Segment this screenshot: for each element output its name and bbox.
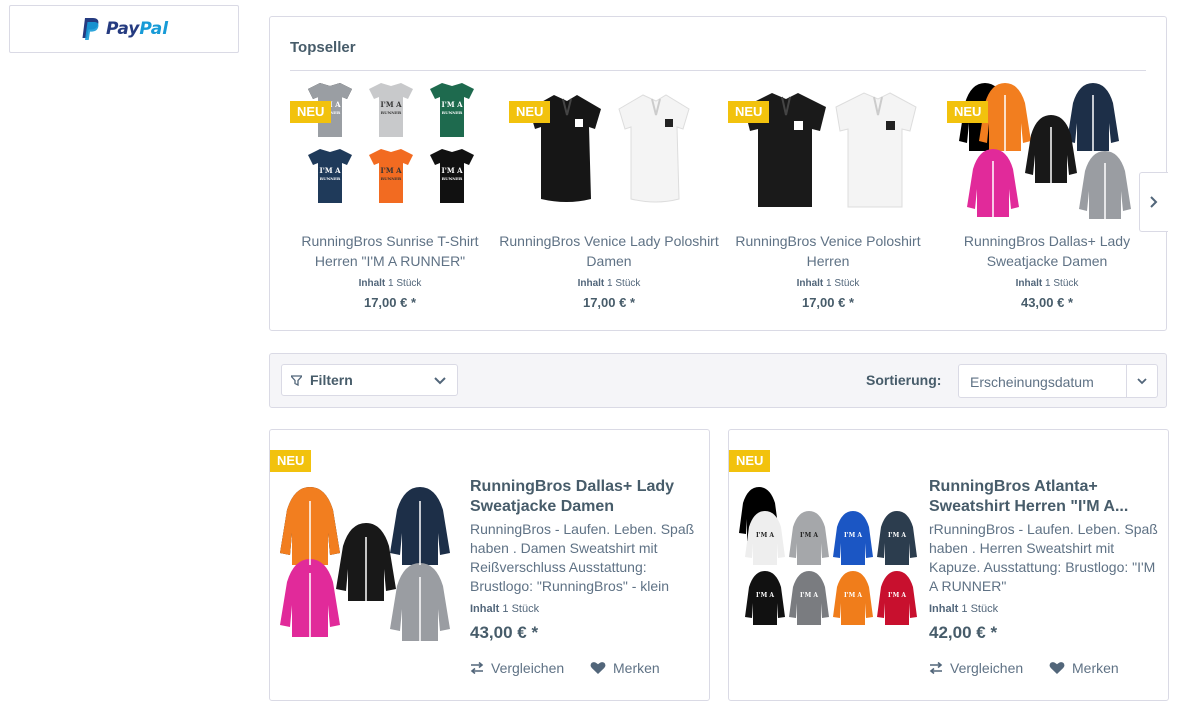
svg-text:RUNNER: RUNNER <box>381 110 402 115</box>
topseller-divider <box>290 70 1146 71</box>
svg-text:I'M A: I'M A <box>756 592 774 599</box>
svg-text:I'M A: I'M A <box>844 532 862 539</box>
chevron-down-icon <box>1137 378 1147 385</box>
unit-value: 1 Stück <box>1045 278 1079 289</box>
unit-value: 1 Stück <box>961 603 999 615</box>
svg-text:RUNNER: RUNNER <box>320 176 341 181</box>
paypal-button[interactable]: PayPal <box>9 5 239 53</box>
product-price: 43,00 € * <box>1020 295 1074 310</box>
product-unit: Inhalt 1 Stück <box>718 278 938 289</box>
svg-text:I'M A: I'M A <box>888 592 906 599</box>
svg-text:I'M A: I'M A <box>800 592 818 599</box>
product-box: NEU I'M A I'M A I'M A I'M A I'M A I'M A I'M… <box>728 429 1169 701</box>
remember-label: Merken <box>613 660 660 676</box>
unit-value: 1 Stück <box>607 278 641 289</box>
svg-text:RUNNER: RUNNER <box>442 176 463 181</box>
new-badge: NEU <box>729 450 771 472</box>
new-badge: NEU <box>270 450 312 472</box>
sort-select[interactable]: Erscheinungsdatum <box>958 364 1158 398</box>
product-price: 42,00 € * <box>929 623 998 642</box>
product-name[interactable]: RunningBros Venice Poloshirt Herren <box>718 231 938 271</box>
remember-button[interactable]: Merken <box>590 660 660 676</box>
topseller-item[interactable]: NEU RunningBros Venice Poloshirt Herren … <box>718 81 938 321</box>
new-badge: NEU <box>947 101 989 123</box>
product-price: 17,00 € * <box>582 295 636 310</box>
svg-text:I'M A: I'M A <box>319 166 341 175</box>
product-title[interactable]: RunningBros Atlanta+ Sweatshirt Herren "… <box>929 477 1161 517</box>
product-price: 17,00 € * <box>363 295 417 310</box>
remember-button[interactable]: Merken <box>1049 660 1119 676</box>
product-unit: Inhalt 1 Stück <box>280 278 500 289</box>
compare-label: Vergleichen <box>491 660 565 676</box>
svg-text:RUNNER: RUNNER <box>442 110 463 115</box>
paypal-pay-text: Pay <box>105 19 140 39</box>
unit-label: Inhalt <box>470 603 500 615</box>
sort-label: Sortierung: <box>866 372 942 388</box>
compare-label: Vergleichen <box>950 660 1024 676</box>
remember-label: Merken <box>1072 660 1119 676</box>
svg-text:I'M A: I'M A <box>888 532 906 539</box>
paypal-icon <box>82 18 99 40</box>
listing-actions-bar: Filtern Sortierung: Erscheinungsdatum <box>269 353 1167 408</box>
unit-label: Inhalt <box>358 278 386 289</box>
product-description: RunningBros - Laufen. Leben. Spaß haben … <box>470 521 695 594</box>
slider-next-button[interactable] <box>1139 172 1168 232</box>
svg-text:I'M A: I'M A <box>441 166 463 175</box>
unit-value: 1 Stück <box>502 603 540 615</box>
topseller-item[interactable]: NEU RunningBros Dallas+ Lady Sweatjacke … <box>937 81 1157 321</box>
filter-button[interactable]: Filtern <box>281 364 458 396</box>
product-box: NEU RunningBros Dallas+ Lady Sweatjacke … <box>269 429 710 701</box>
unit-value: 1 Stück <box>388 278 422 289</box>
filter-icon <box>291 374 302 386</box>
product-image-hoodies[interactable]: I'M A I'M A I'M A I'M A I'M A I'M A I'M A I'… <box>737 485 922 645</box>
compare-button[interactable]: Vergleichen <box>470 660 564 676</box>
compare-button[interactable]: Vergleichen <box>929 660 1023 676</box>
product-image-jackets[interactable] <box>278 485 463 645</box>
unit-label: Inhalt <box>577 278 605 289</box>
unit-value: 1 Stück <box>826 278 860 289</box>
product-unit: Inhalt 1 Stück <box>929 603 998 615</box>
product-unit: Inhalt 1 Stück <box>470 603 539 615</box>
unit-label: Inhalt <box>796 278 824 289</box>
svg-text:RUNNER: RUNNER <box>381 176 402 181</box>
topseller-title: Topseller <box>290 39 356 56</box>
paypal-pal-text: Pal <box>139 19 169 39</box>
unit-label: Inhalt <box>1015 278 1043 289</box>
product-price: 17,00 € * <box>801 295 855 310</box>
product-title[interactable]: RunningBros Dallas+ Lady Sweatjacke Dame… <box>470 477 702 517</box>
sort-value: Erscheinungsdatum <box>970 374 1094 390</box>
sort-dropdown-toggle[interactable] <box>1126 365 1157 397</box>
topseller-item[interactable]: I'M ARUNNER I'M ARUNNER I'M ARUNNER I'M … <box>280 81 500 321</box>
compare-icon <box>929 662 943 674</box>
topseller-item[interactable]: NEU RunningBros Venice Lady Poloshirt Da… <box>499 81 719 321</box>
svg-text:I'M A: I'M A <box>844 592 862 599</box>
heart-icon <box>590 662 606 674</box>
svg-text:I'M A: I'M A <box>380 166 402 175</box>
new-badge: NEU <box>728 101 770 123</box>
chevron-down-icon <box>434 377 446 385</box>
svg-text:I'M A: I'M A <box>441 100 463 109</box>
product-price: 43,00 € * <box>470 623 539 642</box>
paypal-logo: PayPal <box>80 17 168 41</box>
compare-icon <box>470 662 484 674</box>
product-name[interactable]: RunningBros Sunrise T-Shirt Herren "I'M … <box>280 231 500 271</box>
new-badge: NEU <box>290 101 332 123</box>
topseller-slider: Topseller I'M ARUNNER I'M ARUNNER I'M AR… <box>269 16 1167 331</box>
product-unit: Inhalt 1 Stück <box>499 278 719 289</box>
unit-label: Inhalt <box>929 603 959 615</box>
svg-text:I'M A: I'M A <box>800 532 818 539</box>
new-badge: NEU <box>509 101 551 123</box>
svg-text:I'M A: I'M A <box>756 532 774 539</box>
product-unit: Inhalt 1 Stück <box>937 278 1157 289</box>
heart-icon <box>1049 662 1065 674</box>
product-name[interactable]: RunningBros Dallas+ Lady Sweatjacke Dame… <box>937 231 1157 271</box>
chevron-right-icon <box>1150 196 1158 208</box>
product-description: rRunningBros - Laufen. Leben. Spaß haben… <box>929 521 1158 594</box>
filter-label: Filtern <box>310 372 353 388</box>
svg-text:I'M A: I'M A <box>380 100 402 109</box>
product-name[interactable]: RunningBros Venice Lady Poloshirt Damen <box>499 231 719 271</box>
